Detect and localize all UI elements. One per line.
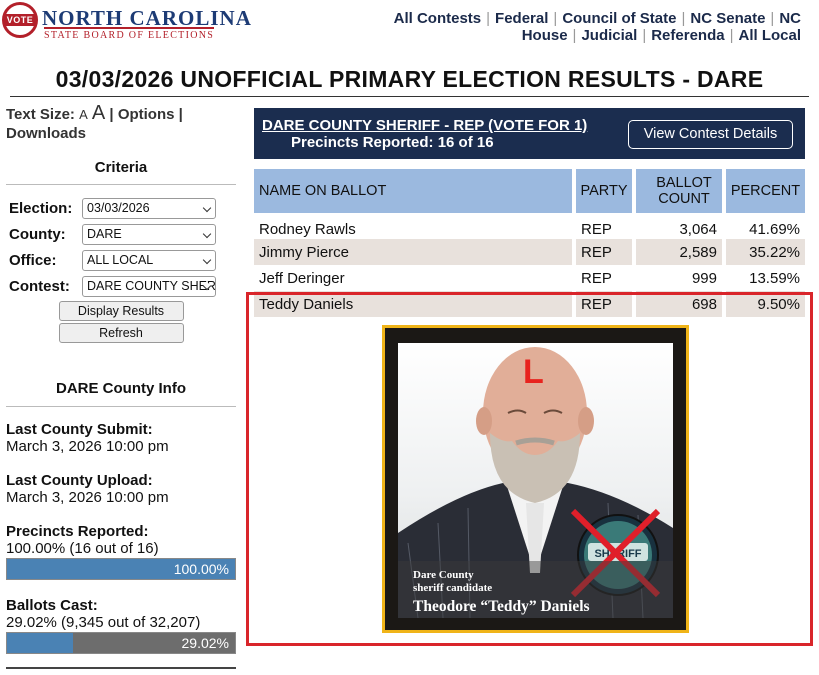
l-mark: L [523, 353, 544, 391]
text-size-small-button[interactable]: A [79, 107, 88, 122]
nav-all-local[interactable]: All Local [738, 27, 801, 44]
candidate-portrait: L SHERIFF Dare County sheriff candidate … [398, 347, 673, 618]
office-label: Office: [9, 251, 57, 269]
precincts-reported-value: 100.00% (16 out of 16) [6, 540, 159, 557]
column-name-header[interactable]: NAME ON BALLOT [254, 169, 576, 213]
office-select[interactable]: ALL LOCAL [82, 249, 216, 271]
candidate-image: L SHERIFF Dare County sheriff candidate … [382, 325, 689, 633]
candidate-count: 2,589 [636, 239, 726, 265]
sidebar: Text Size: A A | Options | Downloads Cri… [6, 102, 236, 669]
candidate-party: REP [576, 265, 636, 291]
county-label: County: [9, 225, 66, 243]
election-row: Election: 03/03/2026 [6, 195, 236, 221]
ballots-cast-value: 29.02% (9,345 out of 32,207) [6, 614, 201, 631]
candidate-percent: 41.69% [749, 220, 800, 238]
text-size-large-button[interactable]: A [92, 102, 105, 124]
ballots-cast-label: Ballots Cast: [6, 597, 98, 614]
table-header-row: NAME ON BALLOT PARTY BALLOT COUNT PERCEN… [254, 169, 805, 213]
candidate-name: Jeff Deringer [254, 265, 576, 291]
office-row: Office: ALL LOCAL [6, 247, 236, 273]
text-size-label: Text Size: [6, 106, 75, 123]
candidate-photo: L SHERIFF Dare County sheriff candidate … [398, 343, 673, 618]
table-row: Jimmy Pierce REP 2,589 35.22% [254, 239, 805, 265]
view-contest-details-button[interactable]: View Contest Details [628, 120, 793, 149]
last-upload-value: March 3, 2026 10:00 pm [6, 489, 169, 506]
precincts-progress-bar: 100.00% [6, 558, 236, 580]
election-label: Election: [9, 199, 73, 217]
downloads-link[interactable]: Downloads [6, 125, 86, 142]
county-select[interactable]: DARE [82, 223, 216, 245]
options-link[interactable]: Options [118, 106, 175, 123]
candidate-percent: 13.59% [749, 269, 800, 287]
nav-federal[interactable]: Federal [495, 10, 548, 27]
ballots-progress-fill [7, 633, 74, 653]
column-percent-header[interactable]: PERCENT [726, 169, 805, 213]
county-row: County: DARE [6, 221, 236, 247]
caption-line2: sheriff candidate [413, 582, 492, 594]
column-party-header[interactable]: PARTY [576, 169, 636, 213]
column-count-header[interactable]: BALLOT COUNT [636, 169, 726, 213]
refresh-button[interactable]: Refresh [58, 323, 184, 343]
contest-precincts: Precincts Reported: 16 of 16 [291, 134, 494, 151]
text-size-controls: Text Size: A A | Options | Downloads [6, 102, 183, 142]
precincts-reported-label: Precincts Reported: [6, 523, 149, 540]
last-submit-value: March 3, 2026 10:00 pm [6, 438, 169, 455]
ballots-progress-bar: 29.02% [6, 632, 236, 654]
nav-referenda[interactable]: Referenda [651, 27, 724, 44]
candidate-count: 999 [636, 265, 726, 291]
sboe-logo[interactable]: VOTE NORTH CAROLINA STATE BOARD OF ELECT… [2, 2, 251, 42]
contest-select[interactable]: DARE COUNTY SHERIFF - REP [82, 275, 216, 297]
caption-name: Theodore “Teddy” Daniels [413, 598, 590, 615]
candidate-party: REP [576, 239, 636, 265]
candidate-name: Rodney Rawls [254, 213, 576, 239]
caption-line1: Dare County [413, 569, 474, 581]
top-navigation: All Contests | Federal | Council of State | NC… [393, 10, 801, 44]
election-select[interactable]: 03/03/2026 [82, 197, 216, 219]
nav-nc-senate[interactable]: NC Senate [690, 10, 765, 27]
nav-council-of-state[interactable]: Council of State [562, 10, 676, 27]
candidate-name: Jimmy Pierce [254, 239, 576, 265]
nav-all-contests[interactable]: All Contests [394, 10, 482, 27]
logo-subtitle: STATE BOARD OF ELECTIONS [44, 27, 215, 41]
last-submit-label: Last County Submit: [6, 421, 153, 438]
vote-badge-icon: VOTE [2, 2, 38, 38]
table-row: Rodney Rawls REP 3,064 41.69% [254, 213, 805, 239]
candidate-percent: 35.22% [726, 239, 805, 265]
county-info-heading: DARE County Info [6, 380, 236, 407]
display-results-button[interactable]: Display Results [58, 301, 184, 321]
precincts-progress-text: 100.00% [173, 561, 229, 577]
criteria-heading: Criteria [6, 159, 236, 185]
contest-row: Contest: DARE COUNTY SHERIFF - REP [6, 273, 236, 299]
nav-judicial[interactable]: Judicial [581, 27, 637, 44]
candidate-count: 3,064 [636, 213, 726, 239]
table-row: Jeff Deringer REP 999 13.59% [254, 265, 805, 291]
contest-title-link[interactable]: DARE COUNTY SHERIFF - REP (VOTE FOR 1) [262, 117, 587, 134]
candidate-party: REP [576, 213, 636, 239]
title-divider [10, 96, 809, 97]
sidebar-divider [6, 667, 236, 669]
contest-banner: DARE COUNTY SHERIFF - REP (VOTE FOR 1) P… [254, 108, 805, 159]
ballots-progress-text: 29.02% [181, 635, 229, 651]
last-upload-label: Last County Upload: [6, 472, 153, 489]
page-title: 03/03/2026 UNOFFICIAL PRIMARY ELECTION R… [55, 66, 764, 92]
contest-label: Contest: [9, 277, 70, 295]
